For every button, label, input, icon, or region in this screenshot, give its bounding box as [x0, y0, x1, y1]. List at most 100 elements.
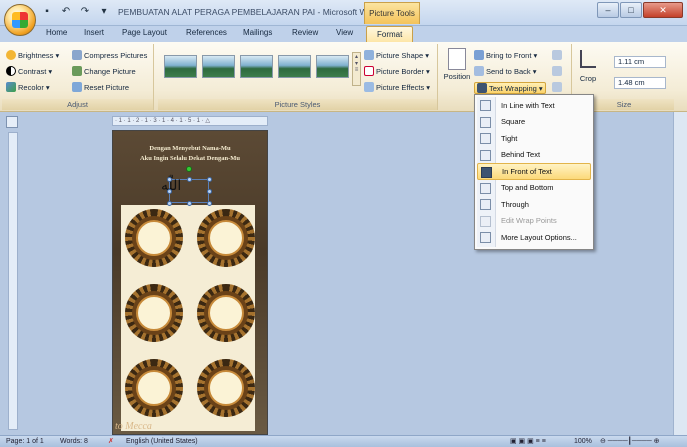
- footer-script-text: to Mecca: [115, 421, 152, 432]
- adjust-group: Brightness ▾ Contrast ▾ Recolor ▾ Compre…: [2, 44, 154, 110]
- text-wrapping-button[interactable]: Text Wrapping ▾: [474, 82, 546, 94]
- tab-home[interactable]: Home: [46, 28, 67, 37]
- menu-item-square[interactable]: Square: [477, 114, 591, 131]
- office-button[interactable]: [4, 4, 36, 36]
- ornament-frame: [197, 284, 255, 342]
- document-page[interactable]: Dengan Menyebut Nama-Mu Aku Ingin Selalu…: [112, 130, 268, 435]
- bring-to-front-button[interactable]: Bring to Front ▾: [474, 50, 537, 60]
- rotate-handle[interactable]: [186, 166, 192, 172]
- resize-handle[interactable]: [187, 201, 192, 206]
- picture-style-3[interactable]: [240, 55, 273, 78]
- menu-item-through[interactable]: Through: [477, 196, 591, 213]
- height-spinner[interactable]: 1.11 cm: [614, 56, 666, 68]
- tab-view[interactable]: View: [336, 28, 353, 37]
- wrap-top-bottom-icon: [480, 182, 491, 194]
- close-button[interactable]: ✕: [643, 2, 683, 18]
- horizontal-ruler: · 1 · 1 · 2 · 1 · 3 · 1 · 4 · 1 · 5 · 1 …: [112, 116, 268, 126]
- picture-style-1[interactable]: [164, 55, 197, 78]
- page-count[interactable]: Page: 1 of 1: [6, 436, 44, 447]
- title-bar: ▪ ↶ ↷ ▾ PEMBUATAN ALAT PERAGA PEMBELAJAR…: [0, 0, 687, 26]
- group-button[interactable]: [552, 66, 562, 76]
- proofing-icon[interactable]: ✗: [108, 436, 114, 447]
- heading-line-2: Aku Ingin Selalu Dekat Dengan-Mu: [139, 155, 241, 162]
- language-indicator[interactable]: English (United States): [126, 436, 198, 447]
- save-icon[interactable]: ▪: [40, 5, 54, 19]
- position-icon: [448, 48, 466, 70]
- tab-references[interactable]: References: [186, 28, 227, 37]
- ornament-frame: [197, 359, 255, 417]
- tab-insert[interactable]: Insert: [84, 28, 104, 37]
- align-button[interactable]: [552, 50, 562, 60]
- contrast-button[interactable]: Contrast ▾: [6, 66, 52, 76]
- styles-gallery-scroll[interactable]: ▴ ▾ ≡: [352, 52, 361, 86]
- sun-icon: [6, 50, 16, 60]
- word-count[interactable]: Words: 8: [60, 436, 88, 447]
- change-picture-icon: [72, 66, 82, 76]
- undo-icon[interactable]: ↶: [59, 5, 73, 19]
- align-icon: [552, 50, 562, 60]
- send-to-back-button[interactable]: Send to Back ▾: [474, 66, 536, 76]
- picture-style-2[interactable]: [202, 55, 235, 78]
- vertical-scrollbar[interactable]: [673, 112, 687, 435]
- ornament-frame: [197, 209, 255, 267]
- picture-styles-group: ▴ ▾ ≡ Picture Shape ▾ Picture Border ▾ Pic…: [158, 44, 438, 110]
- minimize-button[interactable]: –: [597, 2, 619, 18]
- layout-options-icon: [480, 232, 491, 243]
- resize-handle[interactable]: [167, 201, 172, 206]
- picture-border-button[interactable]: Picture Border ▾: [364, 66, 430, 76]
- customize-qat-icon[interactable]: ▾: [97, 5, 111, 19]
- window-title: PEMBUATAN ALAT PERAGA PEMBELAJARAN PAI -…: [118, 7, 380, 17]
- ornament-frame: [125, 209, 183, 267]
- reset-picture-icon: [72, 82, 82, 92]
- menu-item-behind-text[interactable]: Behind Text: [477, 147, 591, 164]
- menu-item-in-line-with-text[interactable]: In Line with Text: [477, 97, 591, 114]
- menu-item-more-layout-options[interactable]: More Layout Options...: [477, 229, 591, 246]
- recolor-icon: [6, 82, 16, 92]
- menu-item-edit-wrap-points: Edit Wrap Points: [477, 213, 591, 230]
- resize-handle[interactable]: [207, 201, 212, 206]
- send-back-icon: [474, 66, 484, 76]
- position-button[interactable]: Position: [442, 48, 472, 81]
- width-spinner[interactable]: 1.48 cm: [614, 77, 666, 89]
- zoom-slider[interactable]: ⊖ ────┃──── ⊕: [600, 436, 660, 447]
- picture-tools-context-tab: Picture Tools: [364, 2, 420, 24]
- menu-item-tight[interactable]: Tight: [477, 130, 591, 147]
- wrap-behind-icon: [480, 149, 491, 161]
- tab-review[interactable]: Review: [292, 28, 318, 37]
- resize-handle[interactable]: [187, 177, 192, 182]
- change-picture-button[interactable]: Change Picture: [72, 66, 136, 76]
- resize-handle[interactable]: [207, 177, 212, 182]
- wrap-tight-icon: [480, 133, 491, 144]
- resize-handle[interactable]: [167, 177, 172, 182]
- crop-button[interactable]: Crop: [576, 50, 600, 83]
- rotate-button[interactable]: [552, 82, 562, 92]
- tab-mailings[interactable]: Mailings: [243, 28, 272, 37]
- tab-page-layout[interactable]: Page Layout: [122, 28, 167, 37]
- adjust-group-label: Adjust: [2, 99, 153, 110]
- tab-format[interactable]: Format: [366, 26, 414, 42]
- status-bar: Page: 1 of 1 Words: 8 ✗ English (United …: [0, 435, 687, 447]
- picture-effects-button[interactable]: Picture Effects ▾: [364, 82, 430, 92]
- wrap-through-icon: [480, 199, 491, 210]
- wrap-square-icon: [480, 116, 491, 128]
- zoom-level[interactable]: 100%: [574, 436, 592, 447]
- wrap-inline-icon: [480, 100, 491, 111]
- vertical-ruler: [8, 132, 18, 430]
- picture-shape-button[interactable]: Picture Shape ▾: [364, 50, 429, 60]
- view-buttons[interactable]: ▣ ▣ ▣ ≡ ≡: [510, 436, 546, 447]
- picture-styles-label: Picture Styles: [158, 99, 437, 110]
- compress-pictures-button[interactable]: Compress Pictures: [72, 50, 147, 60]
- brightness-button[interactable]: Brightness ▾: [6, 50, 59, 60]
- picture-style-5[interactable]: [316, 55, 349, 78]
- menu-item-in-front-of-text[interactable]: In Front of Text: [477, 163, 591, 180]
- contrast-icon: [6, 66, 16, 76]
- recolor-button[interactable]: Recolor ▾: [6, 82, 50, 92]
- resize-handle[interactable]: [167, 189, 172, 194]
- maximize-button[interactable]: □: [620, 2, 642, 18]
- menu-item-top-and-bottom[interactable]: Top and Bottom: [477, 180, 591, 197]
- reset-picture-button[interactable]: Reset Picture: [72, 82, 129, 92]
- ruler-toggle[interactable]: [6, 116, 18, 128]
- picture-style-4[interactable]: [278, 55, 311, 78]
- redo-icon[interactable]: ↷: [78, 5, 92, 19]
- resize-handle[interactable]: [207, 189, 212, 194]
